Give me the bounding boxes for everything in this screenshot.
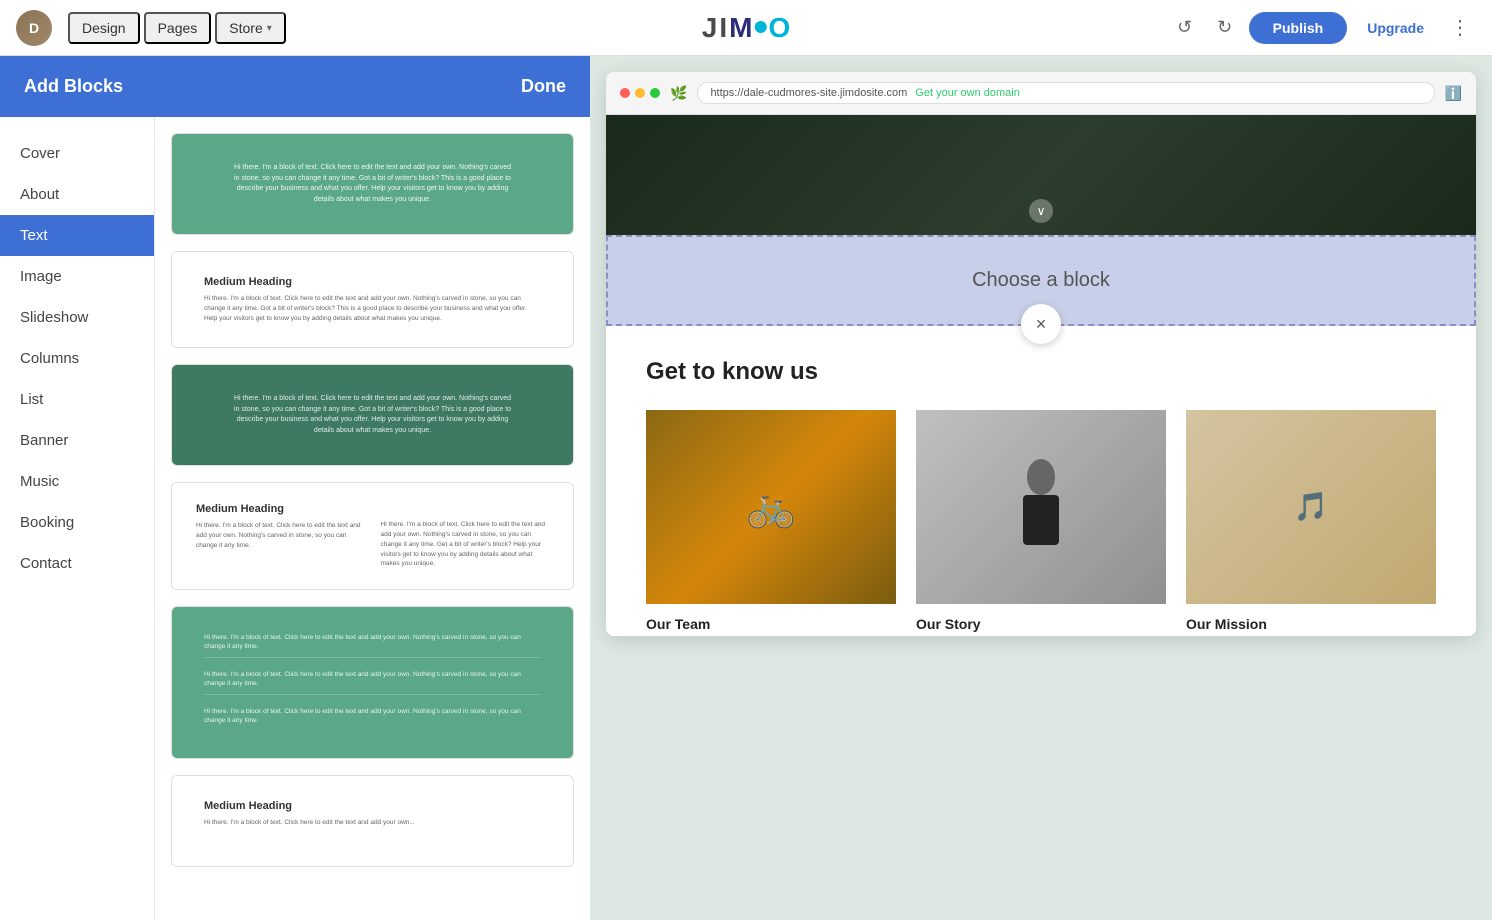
close-dot [620, 88, 630, 98]
sidebar-item-banner[interactable]: Banner [0, 420, 154, 461]
nav-pages[interactable]: Pages [144, 12, 212, 44]
block-preview-2[interactable]: Medium Heading Hi there. I'm a block of … [171, 251, 574, 348]
browser-url-bar[interactable]: https://dale-cudmores-site.jimdosite.com… [697, 82, 1434, 104]
redo-button[interactable]: ↻ [1209, 12, 1241, 44]
panel-header: Add Blocks Done [0, 56, 590, 117]
card-our-story: Our Story Like all great things, we star… [916, 410, 1166, 604]
panel-body: Cover About Text Image Slideshow Columns… [0, 117, 590, 920]
maximize-dot [650, 88, 660, 98]
choose-block-label: Choose a block [972, 269, 1110, 292]
get-domain-link[interactable]: Get your own domain [915, 87, 1020, 99]
panel-title: Add Blocks [24, 76, 123, 97]
sidebar-item-image[interactable]: Image [0, 256, 154, 297]
info-icon[interactable]: ℹ️ [1445, 85, 1462, 102]
know-us-section: Get to know us 🚲 Our Team We're more tha… [606, 326, 1476, 636]
card-image-woman [916, 410, 1166, 604]
logo: J I M O [702, 12, 790, 44]
main-layout: Add Blocks Done Cover About Text Image S… [0, 56, 1492, 920]
top-nav: D Design Pages Store J I M O ↺ ↻ Publish… [0, 0, 1492, 56]
block-preview-4[interactable]: Medium Heading Hi there. I'm a block of … [171, 482, 574, 590]
card-our-team: 🚲 Our Team We're more than a bunch of ex… [646, 410, 896, 604]
logo-dot [754, 21, 766, 33]
card-name-team: Our Team [646, 616, 896, 632]
nav-right: ↺ ↻ Publish Upgrade ⋮ [1169, 12, 1476, 44]
sidebar-item-cover[interactable]: Cover [0, 133, 154, 174]
card-name-story: Our Story [916, 616, 1166, 632]
nav-links: Design Pages Store [68, 12, 286, 44]
nav-store[interactable]: Store [215, 12, 286, 44]
right-preview: 🌿 https://dale-cudmores-site.jimdosite.c… [590, 56, 1492, 920]
card-image-wall: 🎵 [1186, 410, 1436, 604]
browser-dots [620, 88, 660, 98]
sidebar-item-booking[interactable]: Booking [0, 502, 154, 543]
sidebar-item-contact[interactable]: Contact [0, 543, 154, 584]
block-preview-6[interactable]: Medium Heading Hi there. I'm a block of … [171, 775, 574, 867]
more-options-button[interactable]: ⋮ [1444, 12, 1476, 44]
sidebar-item-list[interactable]: List [0, 379, 154, 420]
nav-design[interactable]: Design [68, 12, 140, 44]
sidebar-item-about[interactable]: About [0, 174, 154, 215]
sidebar-nav: Cover About Text Image Slideshow Columns… [0, 117, 155, 920]
card-our-mission: 🎵 Our Mission It's easy to do great work… [1186, 410, 1436, 604]
card-image-bike: 🚲 [646, 410, 896, 604]
browser-bar: 🌿 https://dale-cudmores-site.jimdosite.c… [606, 72, 1476, 115]
site-content: ∨ Choose a block × Get to know us 🚲 [606, 115, 1476, 636]
section-title: Get to know us [646, 358, 1436, 386]
done-button[interactable]: Done [521, 76, 566, 97]
chevron-down-icon [267, 22, 272, 34]
add-blocks-panel: Add Blocks Done Cover About Text Image S… [0, 56, 590, 920]
minimize-dot [635, 88, 645, 98]
hero-section: ∨ [606, 115, 1476, 235]
close-choose-block-button[interactable]: × [1021, 304, 1061, 344]
sidebar-item-slideshow[interactable]: Slideshow [0, 297, 154, 338]
cards-grid: 🚲 Our Team We're more than a bunch of ex… [646, 410, 1436, 604]
block-preview-1[interactable]: Hi there. I'm a block of text. Click her… [171, 133, 574, 235]
url-text: https://dale-cudmores-site.jimdosite.com [710, 87, 907, 99]
browser-favicon: 🌿 [670, 85, 687, 102]
hero-chevron-icon: ∨ [1029, 199, 1053, 223]
block-preview-3[interactable]: Hi there. I'm a block of text. Click her… [171, 364, 574, 466]
sidebar-item-music[interactable]: Music [0, 461, 154, 502]
block-preview-5[interactable]: Hi there. I'm a block of text. Click her… [171, 606, 574, 759]
avatar[interactable]: D [16, 10, 52, 46]
browser-window: 🌿 https://dale-cudmores-site.jimdosite.c… [606, 72, 1476, 636]
choose-block-section[interactable]: Choose a block × [606, 235, 1476, 326]
sidebar-item-columns[interactable]: Columns [0, 338, 154, 379]
undo-button[interactable]: ↺ [1169, 12, 1201, 44]
card-name-mission: Our Mission [1186, 616, 1436, 632]
upgrade-button[interactable]: Upgrade [1355, 12, 1436, 44]
publish-button[interactable]: Publish [1249, 12, 1348, 44]
blocks-list: Hi there. I'm a block of text. Click her… [155, 117, 590, 920]
sidebar-item-text[interactable]: Text [0, 215, 154, 256]
